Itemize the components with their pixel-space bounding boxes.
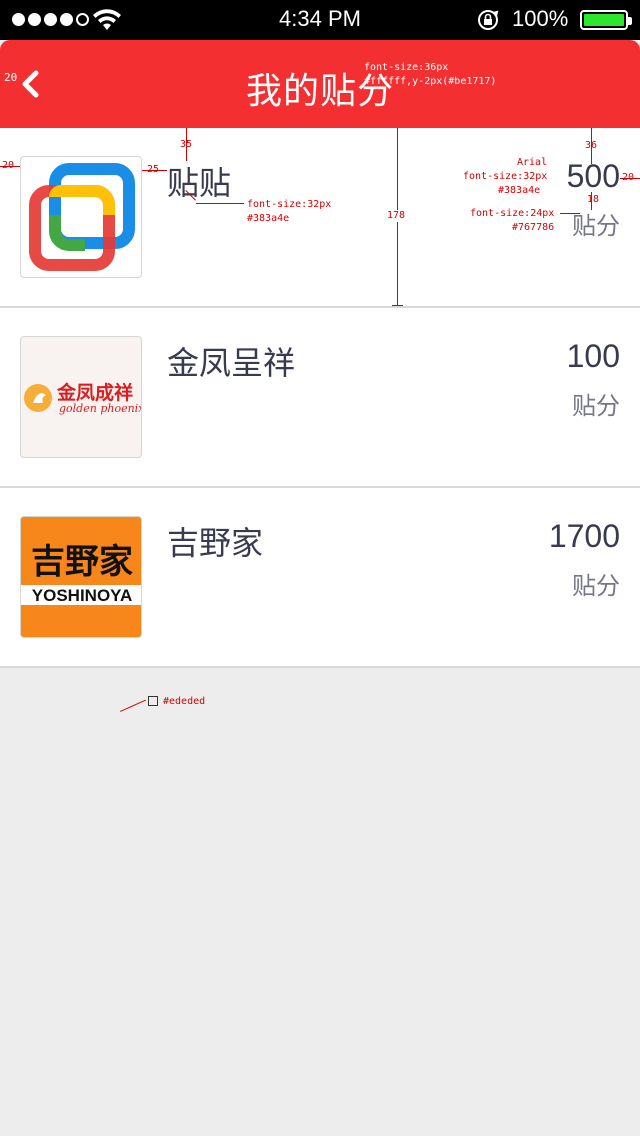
annotation-right-margin: 20	[622, 172, 635, 183]
golden-phoenix-logo: 金凤成祥 golden phoenix	[20, 336, 142, 458]
annotation-unit-spec-2: #767786	[512, 222, 555, 233]
list-item[interactable]: 吉野家 YOSHINOYA 吉野家 1700 贴分	[0, 488, 640, 668]
annotation-title-spec-2: #ffffff,y-2px(#be1717)	[364, 76, 497, 87]
nav-bar: 我的贴分	[0, 40, 640, 128]
points-value: 1700	[548, 518, 620, 554]
page-title: 我的贴分	[245, 71, 394, 112]
points-unit: 贴分	[572, 212, 620, 240]
annotation-row-height: 178	[387, 210, 406, 222]
status-bar: 4:34 PM 100%	[0, 0, 640, 40]
annotation-name-spec-1: font-size:32px	[247, 199, 332, 210]
annotation-arial: Arial	[517, 157, 548, 168]
annotation-line	[560, 213, 580, 214]
annotation-title-spec-1: font-size:36px	[364, 62, 449, 73]
annotation-top-36: 36	[585, 140, 598, 151]
yoshinoya-logo: 吉野家 YOSHINOYA	[20, 516, 142, 638]
merchant-name: 贴贴	[167, 164, 232, 202]
logo-text: 吉野家	[31, 542, 133, 582]
merchant-name: 吉野家	[167, 524, 264, 562]
annotation-left-margin: 20	[2, 160, 15, 171]
battery-icon	[580, 10, 632, 30]
annotation-points-spec-1: font-size:32px	[463, 171, 548, 182]
annotation-bg-color: #ededed	[163, 696, 206, 707]
battery-percent: 100%	[512, 6, 569, 31]
points-value: 500	[566, 158, 620, 194]
annotation-points-spec-2: #383a4e	[498, 185, 541, 196]
points-unit: 贴分	[572, 392, 620, 420]
annotation-line	[120, 699, 146, 712]
battery-fill	[584, 14, 624, 26]
annotation-gap-18: 18	[587, 194, 600, 205]
color-swatch	[148, 696, 158, 706]
annotation-name-spec-2: #383a4e	[247, 213, 290, 224]
annotation-back-size: 20	[4, 71, 18, 84]
annotation-top-35: 35	[180, 139, 193, 150]
list-item[interactable]: 金凤成祥 golden phoenix 金凤呈祥 100 贴分	[0, 308, 640, 488]
tietie-logo	[20, 156, 142, 278]
logo-text: 金凤成祥	[56, 381, 133, 404]
points-value: 100	[566, 338, 620, 374]
annotation-logo-gap: 25	[147, 164, 160, 175]
merchant-name: 金凤呈祥	[167, 344, 296, 382]
logo-subtext: golden phoenix	[59, 402, 142, 415]
annotation-line	[392, 305, 403, 306]
points-unit: 贴分	[572, 572, 620, 600]
annotation-unit-spec-1: font-size:24px	[470, 208, 555, 219]
rotation-lock-icon	[478, 10, 499, 30]
logo-subtext: YOSHINOYA	[32, 586, 132, 605]
annotation-line	[196, 203, 244, 204]
